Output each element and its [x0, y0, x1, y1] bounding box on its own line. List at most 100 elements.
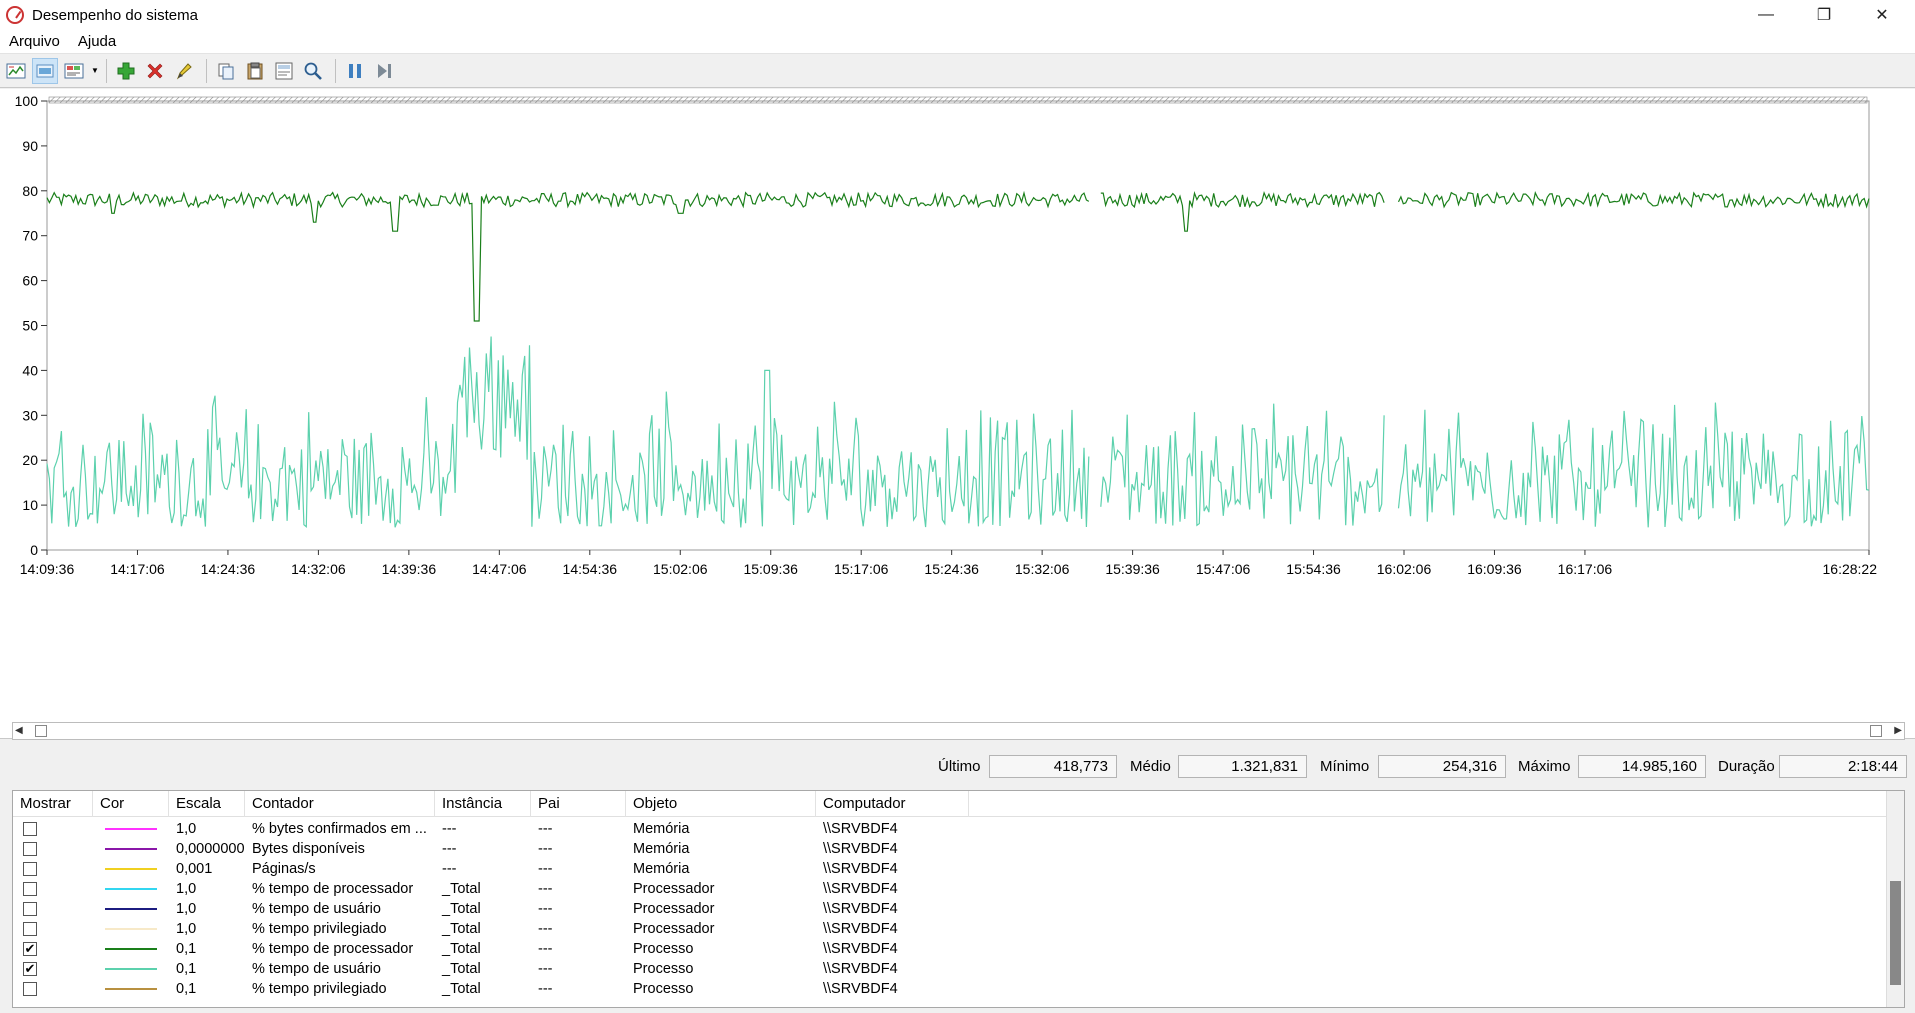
color-swatch[interactable]	[105, 988, 157, 990]
stat-label-minimum: Mínimo	[1320, 758, 1370, 775]
show-checkbox[interactable]	[23, 842, 37, 856]
computer-cell: \\SRVBDF4	[823, 861, 898, 877]
table-row[interactable]: ✔ 0,1 % tempo de processador _Total --- Proce…	[13, 939, 1887, 959]
menu-arquivo[interactable]: Arquivo	[0, 33, 69, 50]
x-tick-label: 15:17:06	[834, 561, 889, 577]
color-swatch[interactable]	[105, 928, 157, 930]
computer-cell: \\SRVBDF4	[823, 881, 898, 897]
table-row[interactable]: 0,0000000... Bytes disponíveis --- --- Memór…	[13, 839, 1887, 859]
close-button[interactable]: ✕	[1853, 0, 1911, 30]
instance-cell: ---	[442, 841, 457, 857]
paste-icon[interactable]	[242, 58, 268, 84]
zoom-icon[interactable]	[300, 58, 326, 84]
copy-icon[interactable]	[213, 58, 239, 84]
properties-icon[interactable]	[61, 58, 87, 84]
counter-cell: % tempo privilegiado	[252, 921, 387, 937]
table-row[interactable]: 0,1 % tempo privilegiado _Total --- Processo…	[13, 979, 1887, 999]
column-header-object[interactable]: Objeto	[626, 791, 816, 817]
scroll-left-icon[interactable]: ◀	[15, 725, 23, 736]
scrollbar-thumb[interactable]	[1890, 881, 1901, 985]
column-header-show[interactable]: Mostrar	[13, 791, 93, 817]
object-cell: Processador	[633, 921, 715, 937]
x-tick-label: 15:02:06	[653, 561, 708, 577]
table-row[interactable]: 1,0 % tempo privilegiado _Total --- Processa…	[13, 919, 1887, 939]
instance-cell: _Total	[442, 901, 481, 917]
column-header-computer[interactable]: Computador	[816, 791, 969, 817]
scroll-end-marker[interactable]	[1870, 725, 1882, 737]
change-graph-icon[interactable]	[3, 58, 29, 84]
x-tick-label: 14:39:36	[382, 561, 437, 577]
performance-chart: 0 10 20 30 40 50 60 70 80 90 100 14:09:36 14:17:06 14…	[15, 93, 1878, 577]
computer-cell: \\SRVBDF4	[823, 961, 898, 977]
x-tick-label: 16:17:06	[1558, 561, 1613, 577]
column-header-scale[interactable]: Escala	[169, 791, 245, 817]
show-checkbox[interactable]	[23, 882, 37, 896]
parent-cell: ---	[538, 901, 553, 917]
object-cell: Processador	[633, 901, 715, 917]
counter-list-scrollbar[interactable]	[1886, 791, 1904, 1007]
show-checkbox[interactable]: ✔	[23, 962, 37, 976]
show-checkbox[interactable]: ✔	[23, 942, 37, 956]
object-cell: Processo	[633, 981, 694, 997]
y-tick-label: 0	[30, 542, 38, 558]
show-checkbox[interactable]	[23, 862, 37, 876]
update-icon[interactable]	[371, 58, 397, 84]
table-row[interactable]: 0,001 Páginas/s --- --- Memória \\SRVBDF4	[13, 859, 1887, 879]
show-checkbox[interactable]	[23, 922, 37, 936]
x-tick-label: 15:09:36	[743, 561, 798, 577]
object-cell: Memória	[633, 861, 690, 877]
show-checkbox[interactable]	[23, 982, 37, 996]
color-swatch[interactable]	[105, 968, 157, 970]
scroll-start-marker[interactable]	[35, 725, 47, 737]
color-swatch[interactable]	[105, 868, 157, 870]
color-swatch[interactable]	[105, 888, 157, 890]
properties-page-icon[interactable]	[271, 58, 297, 84]
minimize-button[interactable]: —	[1737, 0, 1795, 30]
parent-cell: ---	[538, 841, 553, 857]
stat-label-duration: Duração	[1718, 758, 1775, 775]
color-swatch[interactable]	[105, 848, 157, 850]
table-row[interactable]: 1,0 % bytes confirmados em ... --- --- Memór…	[13, 819, 1887, 839]
show-checkbox[interactable]	[23, 902, 37, 916]
column-header-counter[interactable]: Contador	[245, 791, 435, 817]
color-cell	[93, 888, 169, 890]
color-cell	[93, 988, 169, 990]
column-header-parent[interactable]: Pai	[531, 791, 626, 817]
object-cell: Processo	[633, 961, 694, 977]
highlight-icon[interactable]	[32, 57, 58, 84]
restore-button[interactable]: ❐	[1795, 0, 1853, 30]
scale-cell: 0,1	[176, 961, 197, 977]
menu-bar: Arquivo Ajuda	[0, 30, 1915, 54]
counter-cell: % tempo de usuário	[252, 961, 381, 977]
time-bar-marker	[48, 96, 1868, 104]
delete-counter-icon[interactable]	[142, 58, 168, 84]
menu-ajuda[interactable]: Ajuda	[69, 33, 125, 50]
parent-cell: ---	[538, 821, 553, 837]
counter-rows: 1,0 % bytes confirmados em ... --- --- Memór…	[13, 819, 1887, 999]
scale-cell: 1,0	[176, 821, 197, 837]
freeze-icon[interactable]	[342, 58, 368, 84]
scroll-right-icon[interactable]: ▶	[1894, 725, 1902, 736]
dropdown-icon[interactable]: ▼	[90, 58, 100, 84]
x-tick-label: 16:09:36	[1467, 561, 1522, 577]
computer-cell: \\SRVBDF4	[823, 821, 898, 837]
column-header-color[interactable]: Cor	[93, 791, 169, 817]
table-row[interactable]: 1,0 % tempo de processador _Total --- Proces…	[13, 879, 1887, 899]
table-row[interactable]: 1,0 % tempo de usuário _Total --- Processado…	[13, 899, 1887, 919]
color-swatch[interactable]	[105, 948, 157, 950]
computer-cell: \\SRVBDF4	[823, 901, 898, 917]
color-swatch[interactable]	[105, 828, 157, 830]
parent-cell: ---	[538, 921, 553, 937]
color-swatch[interactable]	[105, 908, 157, 910]
time-scrollbar[interactable]: ◀ ▶	[12, 722, 1905, 740]
column-header-instance[interactable]: Instância	[435, 791, 531, 817]
scale-cell: 0,1	[176, 941, 197, 957]
highlight-pen-icon[interactable]	[171, 58, 197, 84]
table-row[interactable]: ✔ 0,1 % tempo de usuário _Total --- Processo \…	[13, 959, 1887, 979]
x-tick-label: 15:54:36	[1286, 561, 1341, 577]
show-cell	[13, 842, 93, 856]
show-checkbox[interactable]	[23, 822, 37, 836]
add-counter-icon[interactable]	[113, 58, 139, 84]
counter-list: Mostrar Cor Escala Contador Instância Pa…	[12, 790, 1905, 1008]
color-cell	[93, 848, 169, 850]
